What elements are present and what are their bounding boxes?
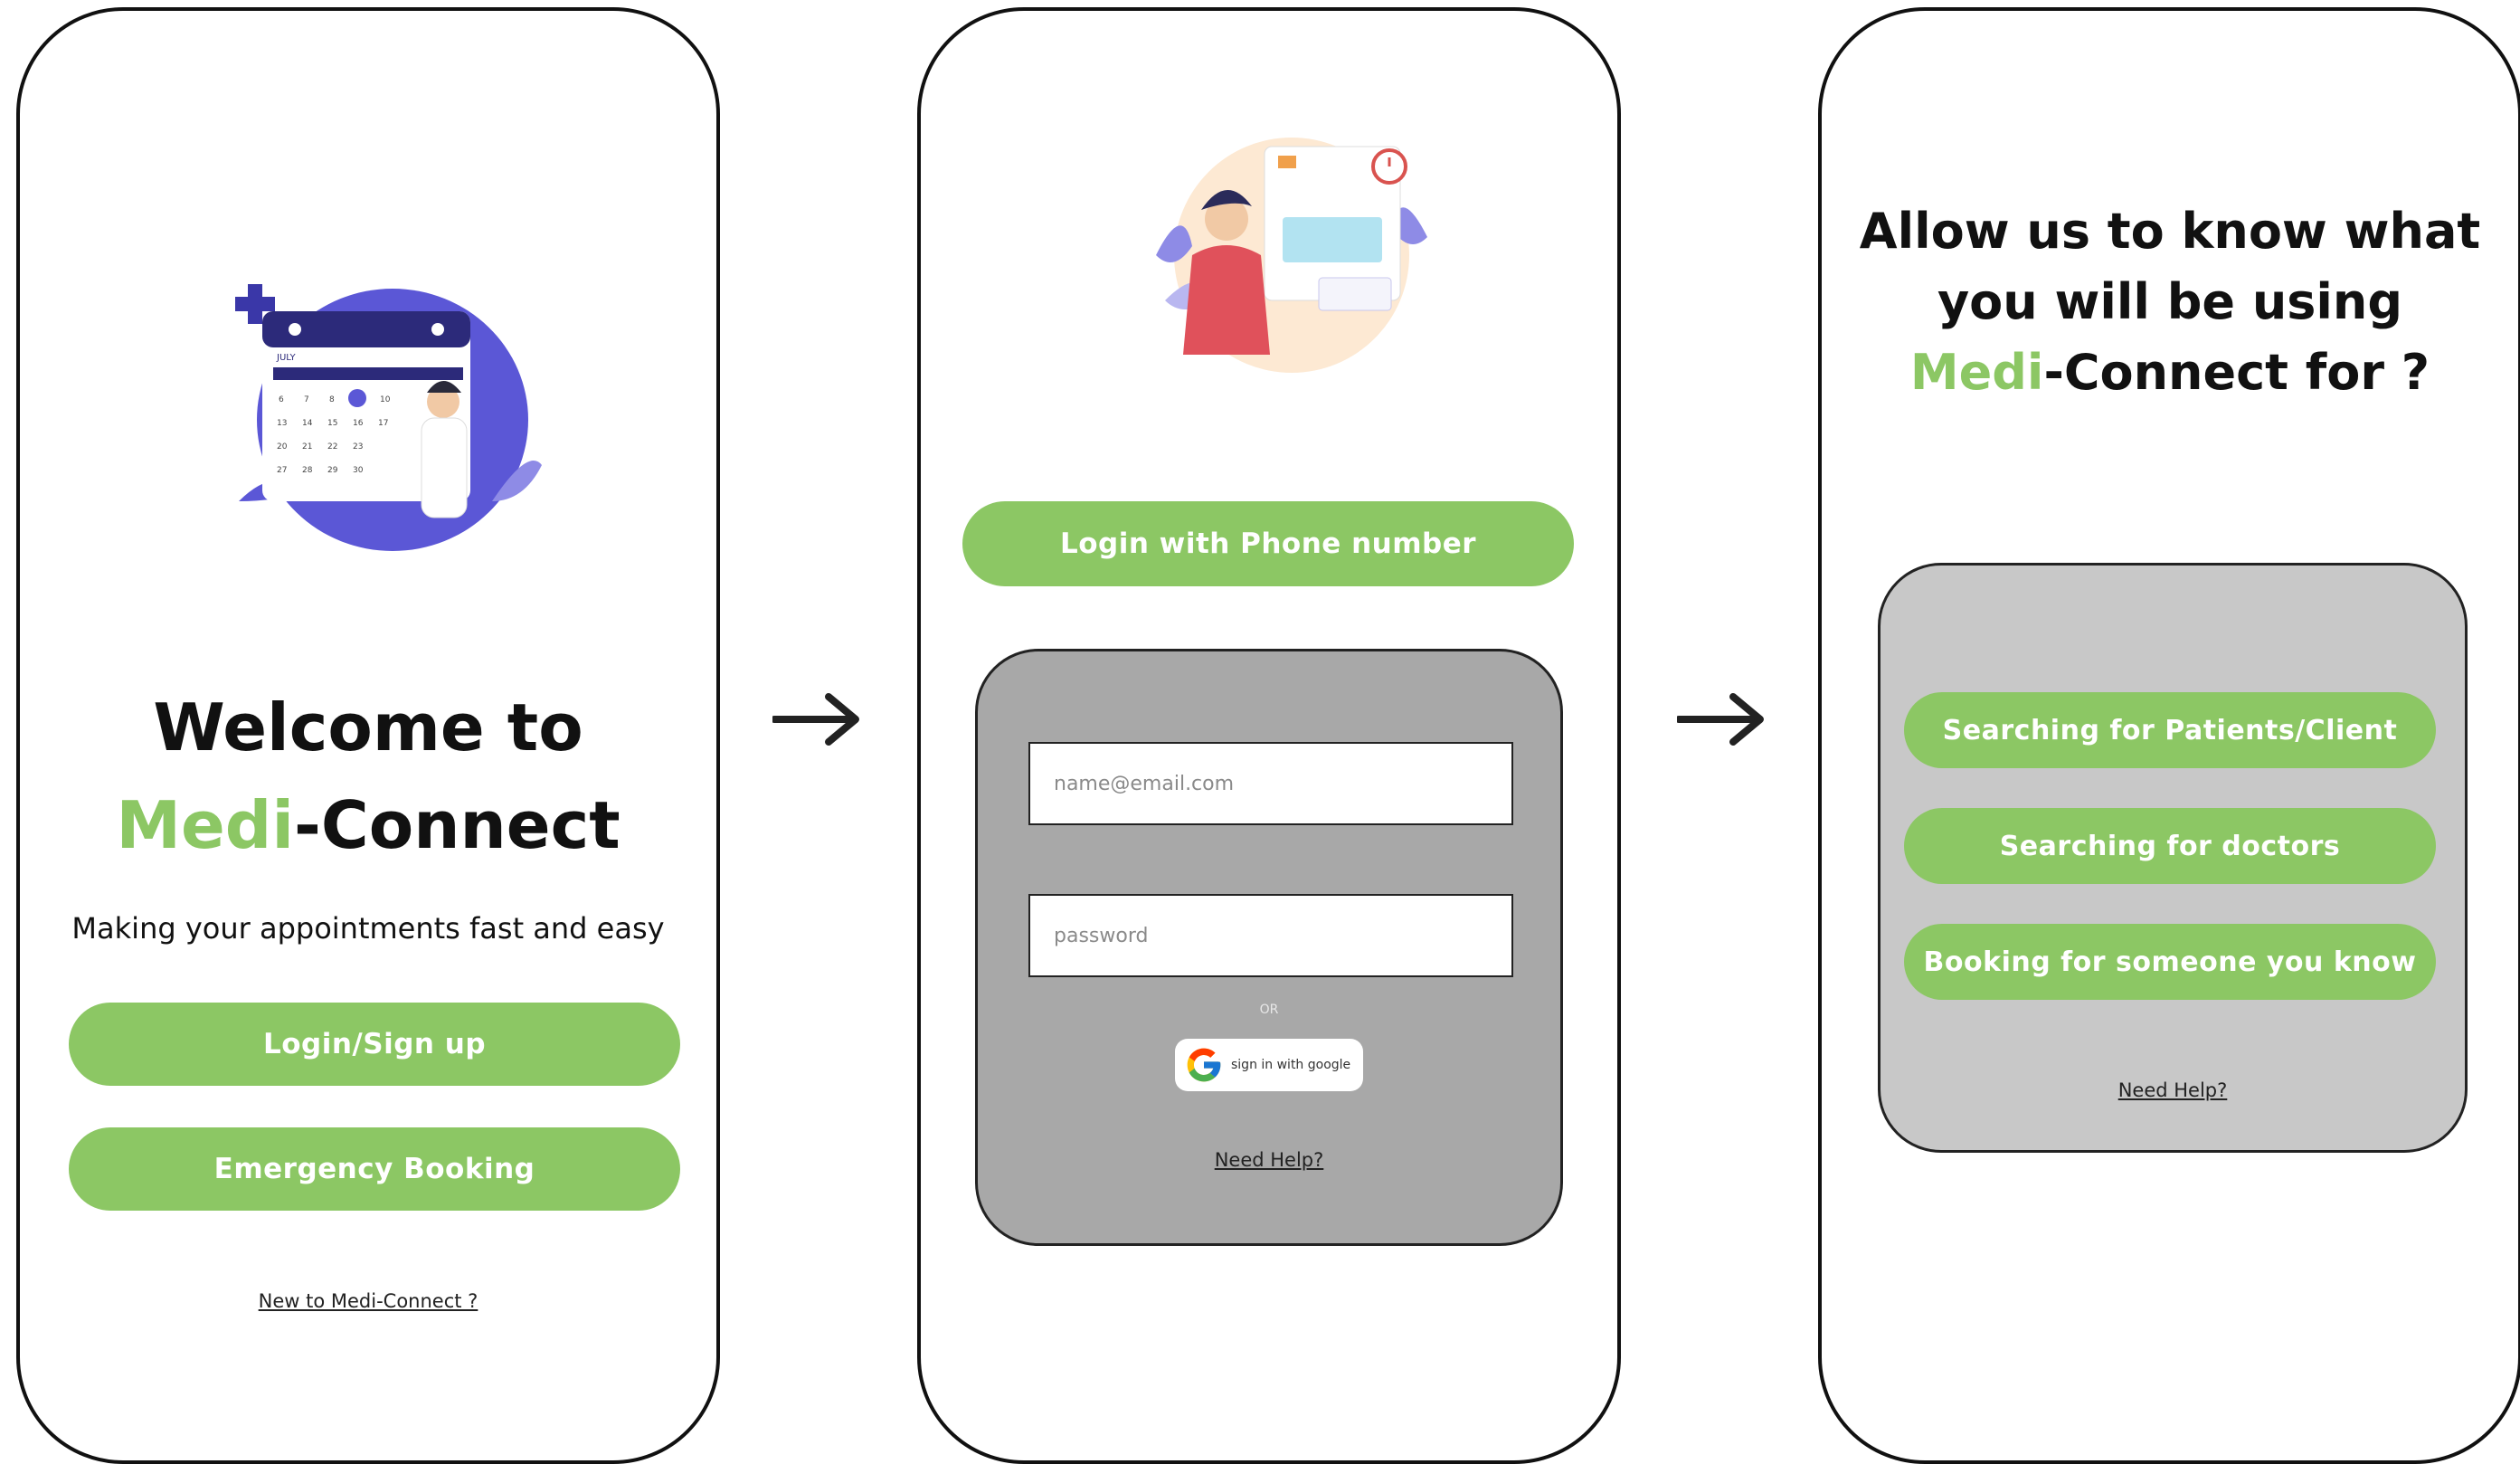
usage-question-line3-rest: -Connect for ? bbox=[2043, 344, 2430, 401]
brand-name-green: Medi bbox=[1909, 344, 2044, 401]
login-screen: Login with Phone number name@email.com p… bbox=[917, 7, 1621, 1464]
svg-text:22: 22 bbox=[327, 442, 337, 452]
login-phone-button[interactable]: Login with Phone number bbox=[962, 501, 1574, 586]
or-divider: OR bbox=[1259, 1003, 1279, 1017]
svg-text:29: 29 bbox=[327, 466, 338, 475]
login-form-card: name@email.com password OR sign in with … bbox=[975, 649, 1563, 1246]
right-arrow-icon bbox=[1677, 693, 1764, 746]
svg-text:15: 15 bbox=[327, 419, 337, 428]
google-signin-button[interactable]: sign in with google bbox=[1175, 1039, 1363, 1091]
option-doctors-button[interactable]: Searching for doctors bbox=[1904, 808, 2436, 884]
doctor-calendar-illustration: JULY 6 7 8 10 13 14 15 16 17 20 21 22 23 27 28 29 30 bbox=[235, 284, 542, 551]
svg-text:13: 13 bbox=[277, 419, 287, 428]
tagline: Making your appointments fast and easy bbox=[71, 911, 665, 946]
svg-text:30: 30 bbox=[353, 466, 364, 475]
google-g-icon bbox=[1187, 1048, 1221, 1082]
svg-text:6: 6 bbox=[279, 395, 284, 404]
svg-text:23: 23 bbox=[353, 442, 363, 452]
calendar-month-label: JULY bbox=[276, 353, 297, 363]
svg-text:21: 21 bbox=[302, 442, 312, 452]
welcome-title-line1: Welcome to bbox=[153, 689, 583, 765]
usage-question-line2: you will be using bbox=[1937, 273, 2403, 330]
brand-name-green: Medi bbox=[116, 787, 295, 863]
email-field[interactable]: name@email.com bbox=[1028, 742, 1513, 825]
brand-name-rest: -Connect bbox=[294, 787, 621, 863]
svg-text:27: 27 bbox=[277, 466, 287, 475]
need-help-link[interactable]: Need Help? bbox=[978, 1149, 1560, 1171]
svg-text:20: 20 bbox=[277, 442, 288, 452]
option-patients-button[interactable]: Searching for Patients/Client bbox=[1904, 692, 2436, 768]
usage-selection-screen: Allow us to know what you will be using … bbox=[1818, 7, 2520, 1464]
new-user-link[interactable]: New to Medi-Connect ? bbox=[20, 1290, 716, 1312]
svg-text:14: 14 bbox=[302, 419, 313, 428]
option-booking-button[interactable]: Booking for someone you know bbox=[1904, 924, 2436, 1000]
right-arrow-icon bbox=[772, 693, 859, 746]
svg-text:8: 8 bbox=[329, 395, 335, 404]
usage-question-line1: Allow us to know what bbox=[1859, 203, 2481, 260]
google-signin-label: sign in with google bbox=[1231, 1058, 1351, 1072]
welcome-title: Welcome to Medi-Connect bbox=[20, 679, 716, 874]
emergency-booking-button[interactable]: Emergency Booking bbox=[69, 1127, 680, 1211]
login-signup-button[interactable]: Login/Sign up bbox=[69, 1003, 680, 1086]
brand-name: Medi-Connect bbox=[20, 776, 716, 874]
svg-text:10: 10 bbox=[380, 395, 391, 404]
svg-text:7: 7 bbox=[304, 395, 309, 404]
svg-text:16: 16 bbox=[353, 419, 364, 428]
usage-question: Allow us to know what you will be using … bbox=[1822, 196, 2518, 408]
woman-scheduling-illustration bbox=[1156, 138, 1427, 373]
usage-options-card: Searching for Patients/Client Searching … bbox=[1878, 563, 2468, 1153]
svg-text:28: 28 bbox=[302, 466, 313, 475]
password-field[interactable]: password bbox=[1028, 894, 1513, 977]
usage-question-line3: Medi-Connect for ? bbox=[1822, 337, 2518, 408]
need-help-link[interactable]: Need Help? bbox=[1881, 1079, 2465, 1101]
welcome-screen: JULY 6 7 8 10 13 14 15 16 17 20 21 22 23 27 28 29 30 … bbox=[16, 7, 720, 1464]
svg-text:17: 17 bbox=[378, 419, 388, 428]
